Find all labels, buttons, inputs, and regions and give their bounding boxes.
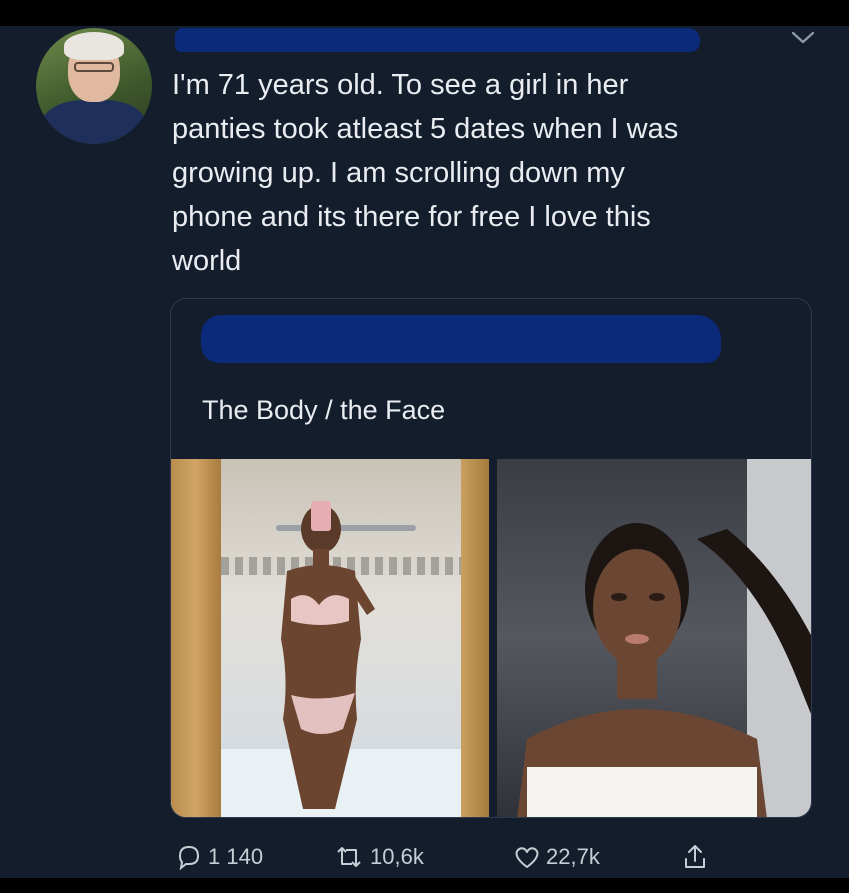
quoted-image-left[interactable]: [171, 459, 489, 817]
heart-icon: [515, 847, 539, 868]
quoted-tweet-text: The Body / the Face: [202, 395, 446, 425]
chevron-down-icon[interactable]: [788, 26, 818, 48]
top-black-bar: [0, 0, 849, 26]
reply-bubble-icon: [178, 845, 200, 871]
reply-button[interactable]: 1 140: [174, 842, 263, 872]
share-icon: [685, 845, 705, 868]
avatar[interactable]: [36, 28, 152, 144]
share-button[interactable]: [680, 842, 714, 872]
like-count: 22,7k: [546, 844, 600, 869]
tweet-text: I'm 71 years old. To see a girl in her p…: [172, 69, 679, 277]
bottom-black-bar: [0, 878, 849, 893]
quoted-image-right[interactable]: [497, 459, 811, 817]
like-button[interactable]: 22,7k: [512, 842, 600, 872]
retweet-count: 10,6k: [370, 844, 424, 869]
redacted-quoted-author-bar: [201, 315, 721, 363]
redacted-username-bar: [175, 28, 700, 52]
quoted-tweet-card[interactable]: The Body / the Face: [170, 298, 812, 818]
person-portrait: [517, 523, 811, 817]
retweet-icon: [337, 847, 361, 867]
reply-count: 1 140: [208, 844, 264, 869]
person-silhouette: [281, 501, 375, 809]
retweet-button[interactable]: 10,6k: [332, 842, 424, 872]
tweet-actions-bar: 1 140 10,6k 22,7k: [0, 842, 849, 872]
